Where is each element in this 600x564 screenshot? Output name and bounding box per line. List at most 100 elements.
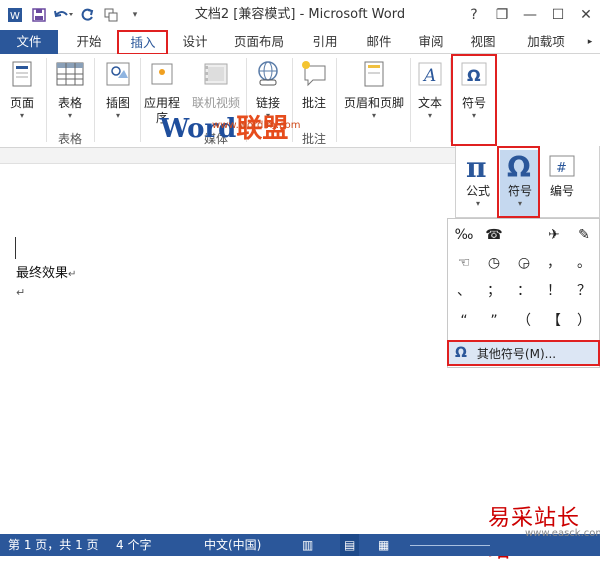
illustrations-icon <box>102 58 134 90</box>
close-button[interactable]: ✕ <box>572 0 600 30</box>
symbol-cell[interactable]: ， <box>540 251 568 275</box>
language-indicator[interactable]: 中文(中国) <box>204 534 261 556</box>
tab-view[interactable]: 视图 <box>460 30 506 54</box>
tab-references[interactable]: 引用 <box>302 30 348 54</box>
print-layout-icon[interactable]: ▤ <box>340 534 360 556</box>
number-label: 编号 <box>549 184 574 198</box>
comment-icon <box>298 58 330 90</box>
omega-small-icon: Ω <box>455 345 467 361</box>
minimize-button[interactable]: — <box>516 0 544 30</box>
save-icon[interactable] <box>28 4 50 26</box>
svg-text:Ω: Ω <box>507 151 531 181</box>
table-icon <box>54 58 86 90</box>
illustrations-button[interactable]: 插图 ▾ <box>100 58 136 121</box>
separator <box>94 58 95 142</box>
more-symbols-label: 其他符号(M)... <box>476 346 557 361</box>
symbol-button[interactable]: Ω 符号 ▾ <box>500 150 540 216</box>
online-video-button[interactable]: 联机视频 <box>188 58 244 111</box>
film-icon <box>200 58 232 90</box>
symbol-cell[interactable]: 【 <box>540 309 568 333</box>
symbol-cell[interactable]: ” <box>480 309 508 333</box>
symbol-cell[interactable]: ？ <box>570 279 598 303</box>
symbols-button[interactable]: Ω 符号 ▾ <box>456 58 492 121</box>
omega-large-icon: Ω <box>504 150 536 182</box>
corner-url: www.easck.com <box>525 528 600 539</box>
symbol-cell[interactable] <box>510 223 538 247</box>
header-footer-label: 页眉和页脚 <box>343 96 404 110</box>
illustrations-caret-icon: ▾ <box>115 111 120 120</box>
comment-button[interactable]: 批注 <box>296 58 332 111</box>
symbol-cell[interactable]: ◷ <box>480 251 508 275</box>
undo-icon[interactable] <box>52 4 74 26</box>
title-bar: W ▾ 文档2 [兼容模式] - Microsoft Word ? ❐ — ☐ … <box>0 0 600 30</box>
tabs-scroll-icon[interactable]: ▸ <box>582 30 598 54</box>
comment-label: 批注 <box>301 96 326 110</box>
number-button[interactable]: # 编号 <box>544 150 580 199</box>
symbol-cell[interactable]: ‰ <box>450 223 478 247</box>
paragraph-mark: ↵ <box>16 286 26 299</box>
separator <box>410 58 411 142</box>
text-button[interactable]: A 文本 ▾ <box>414 58 446 121</box>
symbol-cell[interactable]: 。 <box>570 251 598 275</box>
symbol-cell[interactable]: ） <box>570 309 598 333</box>
pi-icon: π <box>462 150 494 182</box>
tab-home[interactable]: 开始 <box>66 30 112 54</box>
ribbon-display-button[interactable]: ❐ <box>488 0 516 30</box>
symbol-cell[interactable]: 、 <box>450 279 478 303</box>
tab-design[interactable]: 设计 <box>172 30 218 54</box>
window-controls: ? ❐ — ☐ ✕ <box>460 0 600 30</box>
header-footer-icon <box>358 58 390 90</box>
separator <box>336 58 337 142</box>
pages-button[interactable]: 页面 ▾ <box>4 58 40 121</box>
redo-icon[interactable] <box>76 4 98 26</box>
symbol-cell[interactable]: ◶ <box>510 251 538 275</box>
separator <box>46 58 47 142</box>
symbol-cell[interactable]: ✈ <box>540 223 568 247</box>
customize-qat-icon[interactable]: ▾ <box>124 4 146 26</box>
ribbon: 页面 ▾ 表格 ▾ 表格 插图 ▾ 应用程 序 联机视频 媒体 链接 ▾ 批注 … <box>0 54 600 148</box>
table-label: 表格 <box>57 96 82 110</box>
symbol-cell[interactable]: （ <box>510 309 538 333</box>
tab-page-layout[interactable]: 页面布局 <box>228 30 290 54</box>
pages-icon <box>6 58 38 90</box>
symbol-caret-icon: ▾ <box>517 199 522 208</box>
text-cursor <box>15 237 16 259</box>
equation-button[interactable]: π 公式 ▾ <box>460 150 496 209</box>
symbol-cell[interactable]: “ <box>450 309 478 333</box>
table-group-label: 表格 <box>57 132 82 146</box>
document-line: 最终效果↵ <box>16 266 77 281</box>
tab-file[interactable]: 文件 <box>0 30 58 54</box>
svg-text:π: π <box>466 151 487 181</box>
maximize-button[interactable]: ☐ <box>544 0 572 30</box>
symbol-cell[interactable]: ！ <box>540 279 568 303</box>
watermark-url: www.wordlm.com <box>212 120 301 131</box>
tab-mailings[interactable]: 邮件 <box>356 30 402 54</box>
header-footer-button[interactable]: 页眉和页脚 ▾ <box>340 58 408 121</box>
symbol-cell[interactable]: ； <box>480 279 508 303</box>
tab-insert[interactable]: 插入 <box>118 30 168 55</box>
more-symbols-button[interactable]: Ω 其他符号(M)... <box>447 340 600 366</box>
tab-addins[interactable]: 加载项 <box>516 30 576 54</box>
table-button[interactable]: 表格 ▾ <box>52 58 88 121</box>
omega-icon: Ω <box>458 58 490 90</box>
symbol-label: 符号 <box>507 184 532 198</box>
symbol-cell[interactable]: ✎ <box>570 223 598 247</box>
symbol-cell[interactable]: ☎ <box>480 223 508 247</box>
symbols-label: 符号 <box>461 96 486 110</box>
zoom-slider[interactable] <box>410 545 490 546</box>
tab-review[interactable]: 审阅 <box>408 30 454 54</box>
read-mode-icon[interactable]: ▥ <box>302 534 313 556</box>
touch-mode-icon[interactable] <box>100 4 122 26</box>
page-count[interactable]: 第 1 页，共 1 页 <box>8 534 99 556</box>
status-bar: 第 1 页，共 1 页 4 个字 中文(中国) ▥ ▤ ▦ <box>0 534 600 556</box>
help-button[interactable]: ? <box>460 0 488 30</box>
link-icon <box>252 58 284 90</box>
quick-access-toolbar: W ▾ <box>0 0 148 30</box>
symbol-cell[interactable]: ： <box>510 279 538 303</box>
symbol-cell[interactable]: ☜ <box>450 251 478 275</box>
separator <box>140 58 141 142</box>
svg-text:W: W <box>10 11 20 22</box>
word-count[interactable]: 4 个字 <box>116 534 151 556</box>
symbols-caret-icon: ▾ <box>471 111 476 120</box>
web-layout-icon[interactable]: ▦ <box>378 534 389 556</box>
